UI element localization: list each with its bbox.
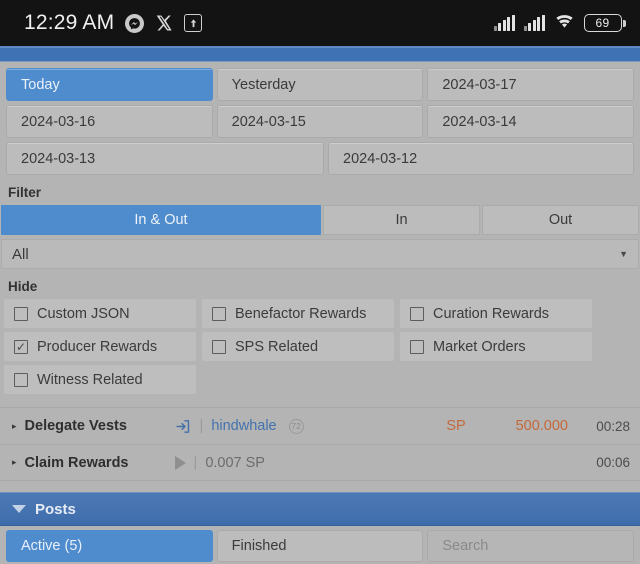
filter-type-dropdown[interactable]: All ▼ <box>1 239 639 269</box>
transaction-list: ▸ Delegate Vests | hindwhale 72 SP 500.0… <box>0 407 640 481</box>
hide-checkbox-label: Custom JSON <box>37 305 130 322</box>
hide-label: Hide <box>8 279 38 294</box>
hide-checkbox-curation-rewards[interactable]: ✓ Curation Rewards <box>400 299 592 328</box>
play-triangle-icon <box>174 455 186 470</box>
status-clock: 12:29 AM <box>24 11 115 34</box>
checkbox-icon: ✓ <box>14 372 28 387</box>
status-bar: 12:29 AM 69 <box>0 0 640 46</box>
filter-tab-in[interactable]: In <box>323 205 480 235</box>
date-button-yesterday[interactable]: Yesterday <box>216 68 424 101</box>
hide-checkbox-grid: ✓ Custom JSON ✓ Benefactor Rewards ✓ Cur… <box>0 299 640 394</box>
transaction-detail: | 0.007 SP <box>174 454 436 471</box>
transaction-amount: 500.000 <box>515 418 568 434</box>
hide-checkbox-label: Witness Related <box>37 371 143 388</box>
posts-search-input[interactable]: Search <box>427 530 635 562</box>
hide-checkbox-sps-related[interactable]: ✓ SPS Related <box>202 332 394 361</box>
separator: | <box>193 454 198 471</box>
hide-checkbox-benefactor-rewards[interactable]: ✓ Benefactor Rewards <box>202 299 394 328</box>
date-button-2024-03-16[interactable]: 2024-03-16 <box>6 105 213 138</box>
hide-checkbox-producer-rewards[interactable]: ✓ Producer Rewards <box>4 332 196 361</box>
date-button-2024-03-13[interactable]: 2024-03-13 <box>6 142 324 175</box>
reputation-badge: 72 <box>288 418 304 434</box>
battery-level-text: 69 <box>583 14 622 32</box>
checkbox-icon: ✓ <box>410 339 424 354</box>
status-bar-right: 69 <box>493 13 626 34</box>
posts-panel-header[interactable]: Posts <box>0 492 640 526</box>
caret-down-icon[interactable] <box>12 505 26 513</box>
hide-checkbox-witness-related[interactable]: ✓ Witness Related <box>4 365 196 394</box>
checkbox-icon: ✓ <box>14 339 28 354</box>
clipped-panel-header[interactable] <box>0 46 640 62</box>
hide-row: ✓ Custom JSON ✓ Benefactor Rewards ✓ Cur… <box>4 299 636 328</box>
transaction-time: 00:06 <box>596 455 630 470</box>
checkbox-icon: ✓ <box>410 306 424 321</box>
transaction-amount-text: 0.007 SP <box>205 454 265 471</box>
tab-active-posts[interactable]: Active (5) <box>6 530 213 562</box>
separator: | <box>199 418 204 434</box>
filter-label: Filter <box>8 185 42 200</box>
transaction-title: Delegate Vests <box>24 418 127 434</box>
hide-checkbox-label: Producer Rewards <box>37 338 158 355</box>
date-button-2024-03-17[interactable]: 2024-03-17 <box>427 68 635 101</box>
x-twitter-icon <box>155 14 173 32</box>
checkbox-icon: ✓ <box>14 306 28 321</box>
chevron-down-icon: ▼ <box>619 249 628 259</box>
posts-panel-title: Posts <box>35 500 76 518</box>
battery-tip <box>623 19 626 27</box>
date-row: 2024-03-13 2024-03-12 <box>6 142 634 175</box>
messenger-icon <box>125 13 145 33</box>
filter-type-value: All <box>12 245 29 263</box>
signal-bars-icon <box>523 15 545 31</box>
date-button-2024-03-12[interactable]: 2024-03-12 <box>328 142 634 175</box>
date-row: 2024-03-16 2024-03-15 2024-03-14 <box>6 105 635 138</box>
filter-segmented-control: In & Out In Out <box>0 205 640 235</box>
transaction-unit: SP <box>446 418 466 434</box>
hide-checkbox-market-orders[interactable]: ✓ Market Orders <box>400 332 592 361</box>
filter-tab-in-and-out[interactable]: In & Out <box>1 205 321 235</box>
upload-icon <box>184 14 203 32</box>
filter-tab-out[interactable]: Out <box>482 205 639 235</box>
date-filter-grid: Today Yesterday 2024-03-17 2024-03-16 20… <box>0 62 640 175</box>
transaction-title: Claim Rewards <box>24 454 129 471</box>
status-bar-left: 12:29 AM <box>24 11 203 35</box>
hide-checkbox-label: Market Orders <box>433 338 526 355</box>
signal-bars-icon <box>493 15 515 31</box>
transaction-detail: | hindwhale 72 <box>175 418 436 435</box>
hide-checkbox-label: Benefactor Rewards <box>235 305 367 322</box>
table-row[interactable]: ▸ Claim Rewards | 0.007 SP 00:06 <box>0 444 640 481</box>
hide-checkbox-label: Curation Rewards <box>433 305 550 322</box>
transaction-time: 00:28 <box>596 418 630 434</box>
hide-row: ✓ Producer Rewards ✓ SPS Related ✓ Marke… <box>4 332 636 361</box>
table-row[interactable]: ▸ Delegate Vests | hindwhale 72 SP 500.0… <box>0 407 640 444</box>
hide-row: ✓ Witness Related <box>4 365 636 394</box>
date-row: Today Yesterday 2024-03-17 <box>6 68 635 101</box>
date-button-2024-03-15[interactable]: 2024-03-15 <box>216 105 424 138</box>
app-content: Today Yesterday 2024-03-17 2024-03-16 20… <box>0 46 640 564</box>
hide-checkbox-label: SPS Related <box>235 338 319 355</box>
checkbox-icon: ✓ <box>212 339 226 354</box>
battery-icon: 69 <box>583 14 626 32</box>
wifi-icon <box>554 13 575 34</box>
checkbox-icon: ✓ <box>212 306 226 321</box>
expand-caret-icon[interactable]: ▸ <box>12 457 17 468</box>
expand-caret-icon[interactable]: ▸ <box>12 421 17 432</box>
sign-in-arrow-icon <box>175 418 192 435</box>
tab-finished-posts[interactable]: Finished <box>216 530 424 562</box>
posts-tab-bar: Active (5) Finished Search <box>0 526 640 562</box>
hide-checkbox-custom-json[interactable]: ✓ Custom JSON <box>4 299 196 328</box>
date-button-today[interactable]: Today <box>6 68 213 101</box>
account-link[interactable]: hindwhale <box>211 418 276 434</box>
date-button-2024-03-14[interactable]: 2024-03-14 <box>427 105 635 138</box>
